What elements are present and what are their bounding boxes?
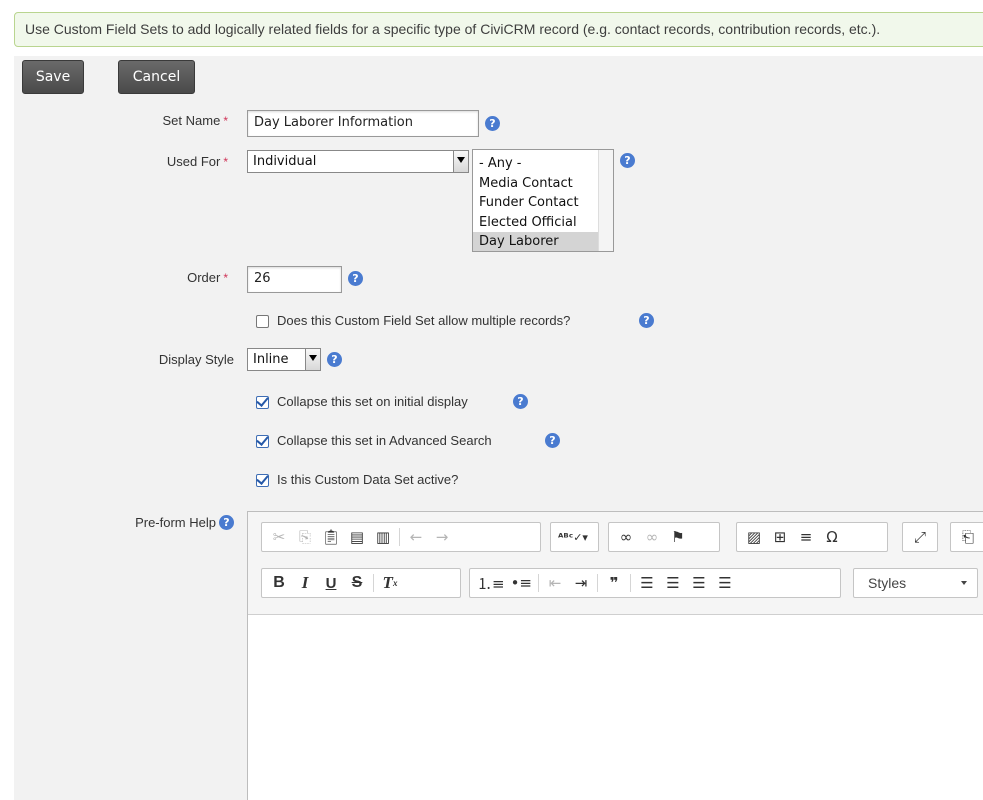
toolbar-separator <box>373 574 374 592</box>
undo-icon[interactable]: ← <box>403 523 429 551</box>
subtype-option-media-contact[interactable]: Media Contact <box>473 174 598 194</box>
cancel-button[interactable]: Cancel <box>118 60 195 94</box>
link-group: ∞ ∞ ⚑ <box>608 522 720 552</box>
redo-icon[interactable]: → <box>429 523 455 551</box>
paste-word-icon[interactable]: ▥ <box>370 523 396 551</box>
subtype-option-funder-contact[interactable]: Funder Contact <box>473 193 598 213</box>
collapse-display-checkbox[interactable] <box>256 396 269 409</box>
required-marker: * <box>223 155 228 169</box>
toolbar-separator <box>399 528 400 546</box>
order-label: Order * <box>120 270 228 285</box>
order-help-icon[interactable]: ? <box>348 271 363 286</box>
spellcheck-icon[interactable]: ᴬᴮᶜ✓▾ <box>555 523 591 551</box>
used-for-label-text: Used For <box>166 154 221 169</box>
rich-text-editor: ✂ ⎘ 📋︎ ▤ ▥ ← → ᴬᴮᶜ✓▾ ∞ ∞ ⚑ ▨ ⊞ ≡ Ω ⤢ ⎗ B… <box>247 511 983 800</box>
numbered-list-icon[interactable]: ⒈≡ <box>474 569 508 597</box>
toolbar-separator <box>597 574 598 592</box>
is-active-checkbox[interactable] <box>256 474 269 487</box>
collapse-search-help-icon[interactable]: ? <box>545 433 560 448</box>
used-for-label: Used For * <box>120 154 228 169</box>
link-icon[interactable]: ∞ <box>613 523 639 551</box>
subtype-option-elected-official[interactable]: Elected Official <box>473 213 598 233</box>
editor-toolbar: ✂ ⎘ 📋︎ ▤ ▥ ← → ᴬᴮᶜ✓▾ ∞ ∞ ⚑ ▨ ⊞ ≡ Ω ⤢ ⎗ B… <box>248 512 983 615</box>
align-center-icon[interactable]: ☰ <box>660 569 686 597</box>
blockquote-icon[interactable]: ❞ <box>601 569 627 597</box>
increase-indent-icon[interactable]: ⇥ <box>568 569 594 597</box>
listbox-scrollbar[interactable] <box>598 150 613 251</box>
align-right-icon[interactable]: ☰ <box>686 569 712 597</box>
copy-icon[interactable]: ⎘ <box>292 523 318 551</box>
collapse-search-checkbox[interactable] <box>256 435 269 448</box>
display-style-help-icon[interactable]: ? <box>327 352 342 367</box>
multiple-records-label: Does this Custom Field Set allow multipl… <box>277 313 570 328</box>
is-active-label: Is this Custom Data Set active? <box>277 472 459 487</box>
display-style-selected-value: Inline <box>253 352 289 367</box>
set-name-label: Set Name * <box>120 113 228 128</box>
bulleted-list-icon[interactable]: •≡ <box>508 569 535 597</box>
display-style-select[interactable]: Inline <box>247 348 321 371</box>
set-name-input[interactable]: Day Laborer Information <box>247 110 479 137</box>
order-input[interactable]: 26 <box>247 266 342 293</box>
remove-format-icon[interactable]: Tx <box>377 569 403 597</box>
save-button[interactable]: Save <box>22 60 84 94</box>
basic-styles-group: B I U S Tx <box>261 568 461 598</box>
styles-dropdown-label: Styles <box>868 575 907 591</box>
maximize-icon[interactable]: ⤢ <box>907 523 933 551</box>
pre-form-help-help-icon[interactable]: ? <box>219 515 234 530</box>
order-label-text: Order <box>187 270 221 285</box>
collapse-search-label: Collapse this set in Advanced Search <box>277 433 492 448</box>
anchor-icon[interactable]: ⚑ <box>665 523 691 551</box>
set-name-help-icon[interactable]: ? <box>485 116 500 131</box>
chevron-down-icon <box>453 151 468 172</box>
chevron-down-icon <box>961 581 967 585</box>
pre-form-help-label: Pre-form Help <box>135 515 216 530</box>
multiple-records-checkbox[interactable] <box>256 315 269 328</box>
multiple-records-help-icon[interactable]: ? <box>639 313 654 328</box>
maximize-group: ⤢ <box>902 522 938 552</box>
used-for-select[interactable]: Individual <box>247 150 469 173</box>
decrease-indent-icon[interactable]: ⇤ <box>542 569 568 597</box>
paste-text-icon[interactable]: ▤ <box>344 523 370 551</box>
justify-icon[interactable]: ☰ <box>712 569 738 597</box>
underline-icon[interactable]: U <box>318 569 344 597</box>
bold-icon[interactable]: B <box>266 569 292 597</box>
used-for-selected-value: Individual <box>253 154 317 169</box>
subtype-option-any[interactable]: - Any - <box>473 154 598 174</box>
italic-icon[interactable]: I <box>292 569 318 597</box>
styles-dropdown[interactable]: Styles <box>853 568 978 598</box>
display-style-label: Display Style <box>158 352 234 367</box>
required-marker: * <box>223 114 228 128</box>
help-banner-text: Use Custom Field Sets to add logically r… <box>25 21 881 37</box>
collapse-display-label: Collapse this set on initial display <box>277 394 468 409</box>
clipboard-group: ✂ ⎘ 📋︎ ▤ ▥ ← → <box>261 522 541 552</box>
set-name-label-text: Set Name <box>162 113 221 128</box>
align-left-icon[interactable]: ☰ <box>634 569 660 597</box>
help-banner: Use Custom Field Sets to add logically r… <box>14 12 983 47</box>
unlink-icon[interactable]: ∞ <box>639 523 665 551</box>
strikethrough-icon[interactable]: S <box>344 569 370 597</box>
chevron-down-icon <box>305 349 320 370</box>
custom-field-set-page: Use Custom Field Sets to add logically r… <box>0 0 983 800</box>
used-for-help-icon[interactable]: ? <box>620 153 635 168</box>
required-marker: * <box>223 271 228 285</box>
horizontal-rule-icon[interactable]: ≡ <box>793 523 819 551</box>
toolbar-separator <box>630 574 631 592</box>
subtype-option-day-laborer[interactable]: Day Laborer <box>473 232 598 251</box>
paragraph-group: ⒈≡ •≡ ⇤ ⇥ ❞ ☰ ☰ ☰ ☰ <box>469 568 841 598</box>
editor-content-area[interactable] <box>248 615 983 800</box>
used-for-subtype-listbox[interactable]: - Any - Media Contact Funder Contact Ele… <box>472 149 614 252</box>
multiple-records-label-text: Does this Custom Field Set allow multipl… <box>277 313 571 328</box>
table-icon[interactable]: ⊞ <box>767 523 793 551</box>
collapse-display-help-icon[interactable]: ? <box>513 394 528 409</box>
special-char-icon[interactable]: Ω <box>819 523 845 551</box>
spellcheck-group: ᴬᴮᶜ✓▾ <box>550 522 599 552</box>
toolbar-separator <box>538 574 539 592</box>
insert-group: ▨ ⊞ ≡ Ω <box>736 522 888 552</box>
image-icon[interactable]: ▨ <box>741 523 767 551</box>
source-group: ⎗ <box>950 522 983 552</box>
cut-icon[interactable]: ✂ <box>266 523 292 551</box>
source-icon[interactable]: ⎗ <box>955 523 981 551</box>
paste-icon[interactable]: 📋︎ <box>318 523 344 551</box>
